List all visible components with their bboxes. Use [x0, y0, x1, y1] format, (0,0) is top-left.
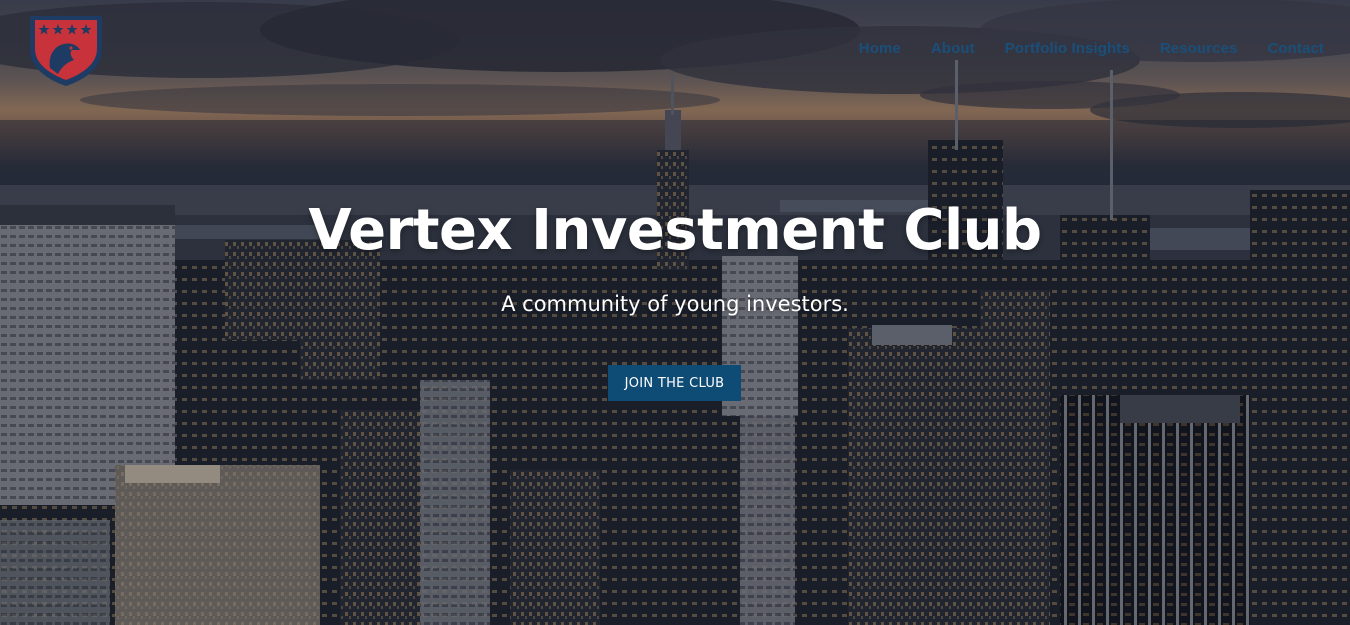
hero-subtitle: A community of young investors. — [501, 292, 849, 316]
nav-resources[interactable]: Resources — [1160, 40, 1238, 57]
hero-title: Vertex Investment Club — [308, 198, 1042, 263]
eagle-shield-icon[interactable] — [26, 12, 106, 88]
nav-home[interactable]: Home — [859, 40, 901, 57]
nav-about[interactable]: About — [931, 40, 975, 57]
nav-contact[interactable]: Contact — [1267, 40, 1324, 57]
join-the-club-button[interactable]: JOIN THE CLUB — [608, 365, 741, 401]
nav-portfolio-insights[interactable]: Portfolio Insights — [1005, 40, 1130, 57]
main-navigation: Home About Portfolio Insights Resources … — [859, 40, 1324, 57]
